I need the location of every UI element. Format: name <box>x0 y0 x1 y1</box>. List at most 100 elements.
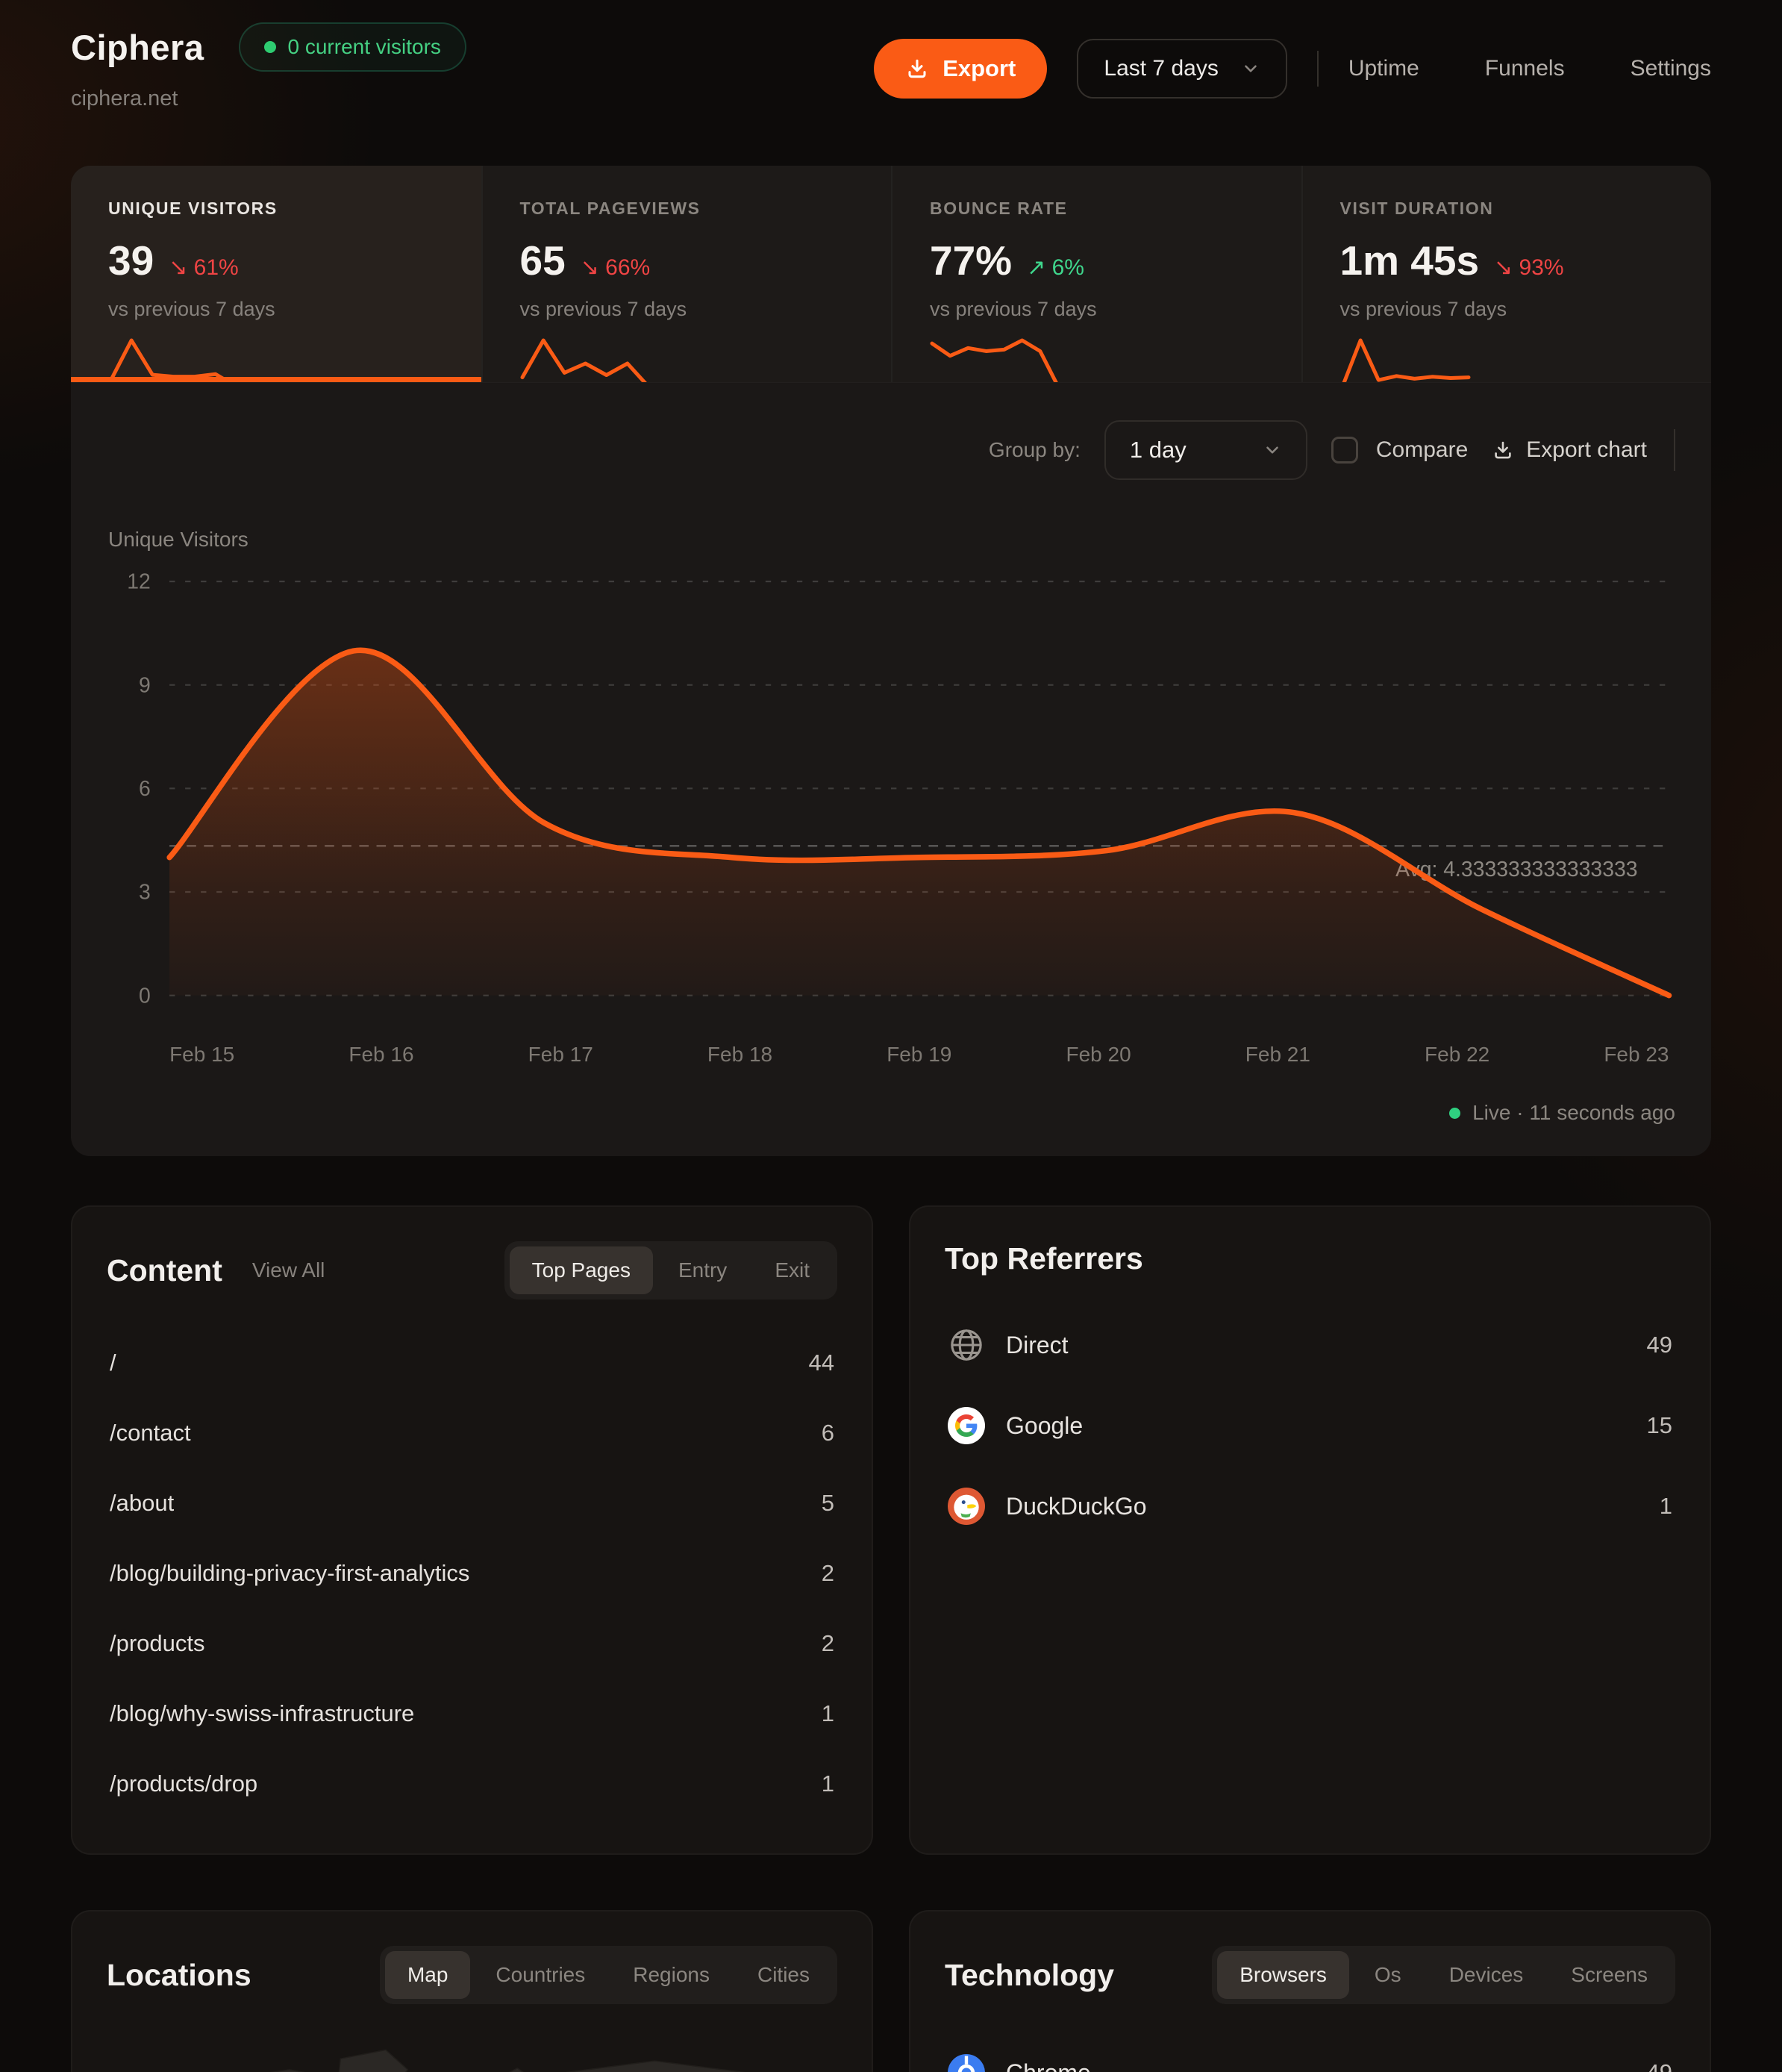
referrer-name: Google <box>1006 1412 1083 1440</box>
stat-delta: ↘ 61% <box>169 255 239 281</box>
export-button[interactable]: Export <box>874 39 1047 99</box>
tab-cities[interactable]: Cities <box>735 1951 832 1999</box>
site-domain: ciphera.net <box>71 87 466 111</box>
technology-rows: Chrome49Firefox15 <box>945 2032 1675 2072</box>
content-row[interactable]: /about5 <box>107 1468 837 1538</box>
stat-value: 1m 45s <box>1340 237 1480 284</box>
tab-browsers[interactable]: Browsers <box>1217 1951 1349 1999</box>
technology-title: Technology <box>945 1958 1114 1993</box>
main-chart-panel: Group by: 1 day Compare Export chart Uni… <box>71 382 1711 1156</box>
tab-exit[interactable]: Exit <box>752 1246 832 1294</box>
stat-card-unique-visitors[interactable]: UNIQUE VISITORS39↘ 61%vs previous 7 days <box>71 166 481 382</box>
stat-delta: ↗ 6% <box>1027 255 1084 281</box>
nav-link-uptime[interactable]: Uptime <box>1348 56 1419 81</box>
nav-link-settings[interactable]: Settings <box>1631 56 1711 81</box>
page-path: /products <box>110 1630 205 1657</box>
content-row[interactable]: /blog/why-swiss-infrastructure1 <box>107 1679 837 1749</box>
content-row[interactable]: /contact6 <box>107 1398 837 1468</box>
green-dot-icon <box>264 41 276 53</box>
panels-row-2: Locations MapCountriesRegionsCities <box>71 1910 1711 2072</box>
browser-chrome[interactable]: Chrome49 <box>945 2032 1675 2072</box>
world-map-svg <box>107 2029 837 2072</box>
stat-cards-row: UNIQUE VISITORS 39 ↘ 61% vs previous 7 days… <box>71 166 1711 382</box>
tab-top-pages[interactable]: Top Pages <box>510 1246 653 1294</box>
google-icon <box>948 1407 985 1444</box>
chevron-down-icon <box>1263 440 1282 460</box>
tab-devices[interactable]: Devices <box>1427 1951 1546 1999</box>
stat-value: 77% <box>930 237 1012 284</box>
visitors-area-chart[interactable]: 036912Avg: 4.333333333333333 <box>107 558 1675 1035</box>
x-tick-label: Feb 17 <box>528 1043 593 1067</box>
duckduckgo-icon <box>948 1488 985 1525</box>
x-tick-label: Feb 15 <box>169 1043 234 1067</box>
referrer-duckduckgo[interactable]: DuckDuckGo 1 <box>945 1466 1675 1547</box>
page-path: /about <box>110 1490 174 1517</box>
download-icon <box>905 57 929 81</box>
map-greenland <box>339 2050 407 2072</box>
stat-compare-label: vs previous 7 days <box>520 298 854 321</box>
content-row[interactable]: /44 <box>107 1328 837 1398</box>
svg-text:3: 3 <box>139 880 151 904</box>
analytics-dashboard: Ciphera 0 current visitors ciphera.net E… <box>0 0 1782 2072</box>
date-range-select[interactable]: Last 7 days <box>1077 39 1287 99</box>
page-path: /blog/why-swiss-infrastructure <box>110 1700 414 1727</box>
browser-count: 49 <box>1647 2059 1672 2072</box>
live-dot-icon <box>1449 1108 1460 1119</box>
compare-label: Compare <box>1376 437 1468 463</box>
content-row[interactable]: /products 2 <box>107 1608 837 1679</box>
stat-value-row: 77% ↗ 6% <box>930 237 1264 284</box>
tab-countries[interactable]: Countries <box>473 1951 607 1999</box>
view-all-link[interactable]: View All <box>252 1258 325 1282</box>
location-tabs: MapCountriesRegionsCities <box>380 1946 837 2004</box>
x-tick-label: Feb 21 <box>1245 1043 1310 1067</box>
x-tick-label: Feb 19 <box>887 1043 951 1067</box>
stat-value: 39 <box>108 237 154 284</box>
referrer-count: 1 <box>1660 1493 1672 1520</box>
export-chart-button[interactable]: Export chart <box>1492 437 1647 463</box>
referrer-direct[interactable]: Direct 49 <box>945 1305 1675 1385</box>
referrer-name: DuckDuckGo <box>1006 1493 1147 1520</box>
world-map[interactable] <box>107 2029 837 2072</box>
live-status: Live · 11 seconds ago <box>107 1101 1675 1125</box>
tab-map[interactable]: Map <box>385 1951 470 1999</box>
map-russia <box>556 2061 810 2072</box>
page-count: 2 <box>822 1630 834 1657</box>
stat-delta: ↘ 93% <box>1494 255 1564 281</box>
tab-regions[interactable]: Regions <box>610 1951 732 1999</box>
date-range-value: Last 7 days <box>1104 56 1218 81</box>
stat-value-row: 65↘ 66% <box>520 237 854 284</box>
content-row[interactable]: /products/drop1 <box>107 1749 837 1819</box>
content-row[interactable]: /blog/building-privacy-first-analytics 2 <box>107 1538 837 1608</box>
nav-link-funnels[interactable]: Funnels <box>1485 56 1565 81</box>
stat-label: BOUNCE RATE <box>930 199 1264 219</box>
tab-os[interactable]: Os <box>1352 1951 1424 1999</box>
stat-card-total-pageviews[interactable]: TOTAL PAGEVIEWS65↘ 66%vs previous 7 days <box>481 166 892 382</box>
compare-checkbox[interactable] <box>1331 437 1358 464</box>
current-visitors-badge[interactable]: 0 current visitors <box>239 22 466 72</box>
page-path: /blog/building-privacy-first-analytics <box>110 1560 469 1587</box>
tab-entry[interactable]: Entry <box>656 1246 749 1294</box>
locations-panel: Locations MapCountriesRegionsCities <box>71 1910 873 2072</box>
page-path: /products/drop <box>110 1770 257 1797</box>
referrer-count: 49 <box>1647 1332 1672 1358</box>
group-by-select[interactable]: 1 day <box>1104 420 1307 480</box>
header-divider <box>1317 51 1319 87</box>
locations-title: Locations <box>107 1958 251 1993</box>
header-actions: Export Last 7 days Uptime Funnels Settings <box>874 39 1711 99</box>
tab-screens[interactable]: Screens <box>1548 1951 1670 1999</box>
current-visitors-label: 0 current visitors <box>288 35 441 59</box>
x-tick-label: Feb 16 <box>348 1043 413 1067</box>
download-icon <box>1492 439 1514 461</box>
referrer-name: Direct <box>1006 1332 1069 1359</box>
stat-sparkline <box>930 334 1060 382</box>
x-tick-label: Feb 23 <box>1604 1043 1669 1067</box>
x-tick-label: Feb 18 <box>707 1043 772 1067</box>
stat-label: UNIQUE VISITORS <box>108 199 444 219</box>
x-axis-labels: Feb 15Feb 16Feb 17Feb 18Feb 19Feb 20Feb … <box>169 1043 1669 1067</box>
stat-card-bounce-rate[interactable]: BOUNCE RATE77%↗ 6%vs previous 7 days <box>891 166 1301 382</box>
referrer-google[interactable]: Google15 <box>945 1385 1675 1466</box>
page-count: 44 <box>809 1349 834 1376</box>
panels-row-1: Content View All Top PagesEntryExit /44/… <box>71 1205 1711 1855</box>
page-count: 2 <box>822 1560 834 1587</box>
stat-card-visit-duration[interactable]: VISIT DURATION1m 45s↘ 93%vs previous 7 d… <box>1301 166 1712 382</box>
